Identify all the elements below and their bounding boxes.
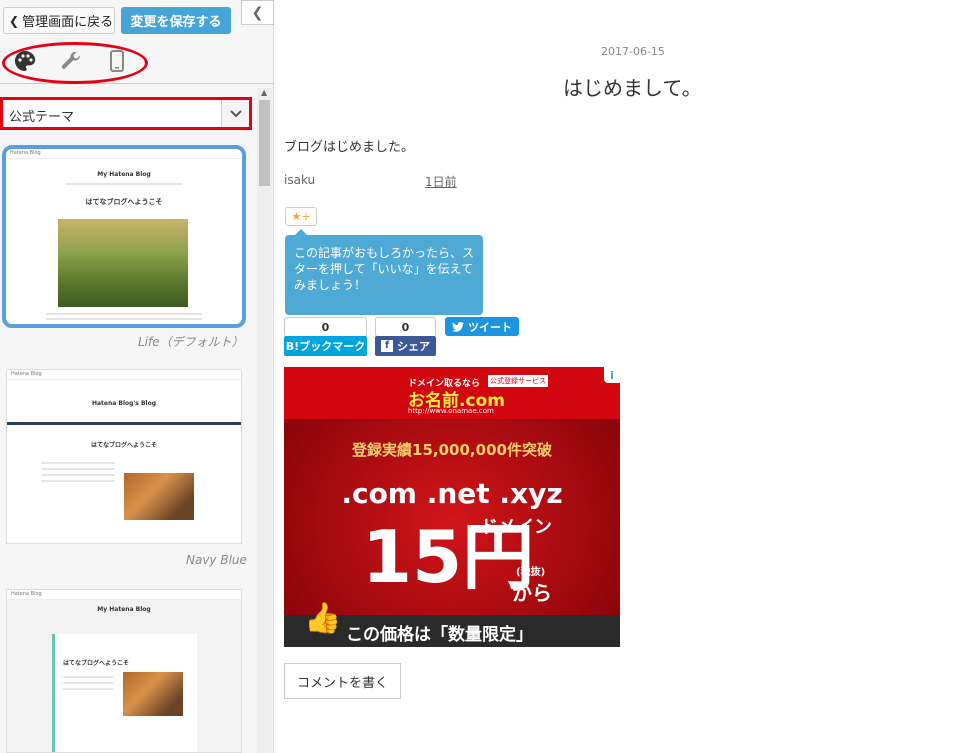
preview-text-line xyxy=(63,682,113,684)
post-author[interactable]: isaku xyxy=(284,173,315,187)
theme-sidebar: ❮ 管理画面に戻る 変更を保存する ❮ 公式テーマ ▲ Hatena Blog … xyxy=(0,0,274,753)
twitter-bird-icon xyxy=(452,321,464,332)
preview-text-line xyxy=(41,462,115,464)
write-comment-button[interactable]: コメントを書く xyxy=(284,663,401,699)
chevron-left-icon: ❮ xyxy=(9,13,20,28)
theme-name-navy-blue: Navy Blue xyxy=(186,553,247,567)
preview-topbar: Hatena Blog xyxy=(7,370,241,380)
preview-image xyxy=(124,473,194,520)
tweet-label: ツイート xyxy=(468,320,512,334)
palette-icon xyxy=(15,51,36,71)
hand-thumbs-up-icon: 👍 xyxy=(304,601,342,636)
preview-image xyxy=(123,672,183,716)
post-date: 2017-06-15 xyxy=(601,45,665,58)
preview-blog-title: Hatena Blog's Blog xyxy=(91,400,156,407)
scroll-up-arrow-icon[interactable]: ▲ xyxy=(261,88,267,97)
sidebar-toolbar: ❮ 管理画面に戻る 変更を保存する ❮ xyxy=(0,0,274,40)
save-changes-button[interactable]: 変更を保存する xyxy=(121,7,231,34)
smartphone-icon xyxy=(110,50,124,72)
ad-from-text: から xyxy=(512,581,552,605)
preview-heading: はてなブログへようこそ xyxy=(63,660,130,667)
preview-blog-title: My Hatena Blog xyxy=(97,606,151,613)
ad-header: ドメイン取るなら 公式登録サービス お名前.com http://www.ona… xyxy=(284,367,620,419)
facebook-share-count: 0 xyxy=(375,317,436,337)
ad-footer: この価格は「数量限定」 👍 xyxy=(284,601,620,647)
ad-limited-text: この価格は「数量限定」 xyxy=(346,625,533,645)
facebook-icon: f xyxy=(381,340,393,352)
back-button-label: 管理画面に戻る xyxy=(22,15,114,30)
preview-text-line xyxy=(63,688,113,690)
chevron-left-icon: ❮ xyxy=(251,4,264,21)
tab-smartphone[interactable] xyxy=(104,48,130,74)
tweet-button[interactable]: ツイート xyxy=(445,317,519,336)
theme-card-3[interactable]: Hatena Blog My Hatena Blog はてなブログへようこそ xyxy=(6,589,242,753)
post-title[interactable]: はじめまして。 xyxy=(563,72,702,101)
ad-price: 15円 xyxy=(362,515,535,599)
ad-info-icon[interactable]: i xyxy=(604,367,620,383)
scrollbar-thumb[interactable] xyxy=(259,100,270,186)
theme-card-life[interactable]: Hatena Blog My Hatena Blog はてなブログへようこそ xyxy=(2,145,246,328)
preview-navy-rule xyxy=(7,422,241,425)
tab-design[interactable] xyxy=(12,48,38,74)
wrench-icon xyxy=(61,51,81,69)
preview-heading: はてなブログへようこそ xyxy=(85,198,163,206)
theme-category-value: 公式テーマ xyxy=(9,110,75,125)
hatena-bookmark-count: 0 xyxy=(284,317,367,337)
add-star-button[interactable]: ★+ xyxy=(285,207,317,226)
preview-text-line xyxy=(46,318,202,320)
theme-card-navy-blue[interactable]: Hatena Blog Hatena Blog's Blog はてなブログへよう… xyxy=(6,369,242,544)
preview-text-line xyxy=(63,676,113,678)
preview-divider xyxy=(66,183,182,185)
back-to-admin-button[interactable]: ❮ 管理画面に戻る xyxy=(3,7,115,34)
preview-image xyxy=(58,219,188,307)
star-tooltip: この記事がおもしろかったら、スターを押して「いいな」を伝えてみましょう！ xyxy=(285,229,483,315)
preview-text-line xyxy=(46,313,202,315)
preview-article: はてなブログへようこそ xyxy=(52,634,197,752)
ad-tlds: .com .net .xyz xyxy=(341,477,563,510)
preview-text-line xyxy=(41,480,115,482)
advertisement-banner[interactable]: ドメイン取るなら 公式登録サービス お名前.com http://www.ona… xyxy=(284,367,620,647)
theme-category-select[interactable]: 公式テーマ xyxy=(0,97,252,130)
post-time-link[interactable]: 1日前 xyxy=(425,173,457,190)
preview-text-line xyxy=(41,474,115,476)
facebook-share-label: シェア xyxy=(397,340,430,353)
sidebar-scrollbar[interactable]: ▲ xyxy=(257,88,272,753)
ad-record-text: 登録実績15,000,000件突破 xyxy=(352,441,552,459)
blog-preview: 2017-06-15 はじめまして。 ブログはじめました。 isaku 1日前 … xyxy=(275,0,969,753)
facebook-share-button[interactable]: f シェア xyxy=(375,336,436,356)
sidebar-tabs xyxy=(0,40,274,84)
post-body: ブログはじめました。 xyxy=(284,140,415,155)
hatena-bookmark-button[interactable]: B!ブックマーク xyxy=(284,336,367,356)
preview-blog-title: My Hatena Blog xyxy=(97,171,151,178)
preview-topbar: Hatena Blog xyxy=(6,149,242,159)
tab-customize[interactable] xyxy=(58,48,84,74)
theme-name-life: Life（デフォルト） xyxy=(138,335,244,349)
collapse-sidebar-button[interactable]: ❮ xyxy=(241,0,274,25)
preview-text-line xyxy=(41,468,115,470)
preview-topbar: Hatena Blog xyxy=(7,590,241,600)
preview-heading: はてなブログへようこそ xyxy=(90,442,157,449)
ad-tax-note: (税抜) xyxy=(516,567,546,578)
chevron-down-icon[interactable] xyxy=(221,100,249,127)
ad-url: http://www.onamae.com xyxy=(408,407,494,415)
